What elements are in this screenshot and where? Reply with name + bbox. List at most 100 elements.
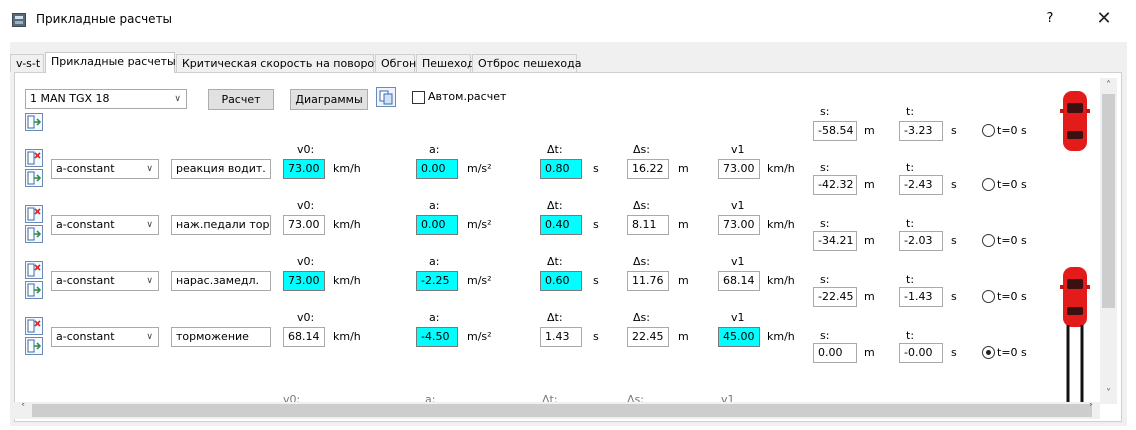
insert-row-icon[interactable] bbox=[25, 281, 43, 299]
v1-label: v1 bbox=[731, 143, 745, 156]
dt-label: Δt: bbox=[547, 143, 563, 156]
calculate-button[interactable]: Расчет bbox=[208, 89, 274, 110]
a-field[interactable]: -4.50 bbox=[416, 327, 458, 347]
dt-field[interactable]: 0.60 bbox=[540, 271, 582, 291]
result-s-field[interactable]: -34.21 bbox=[813, 231, 857, 251]
dt-field[interactable]: 0.40 bbox=[540, 215, 582, 235]
dt-label: Δt: bbox=[547, 311, 563, 324]
unit-s: s bbox=[951, 290, 957, 303]
vehicle-position-diagram bbox=[1060, 91, 1090, 403]
chevron-down-icon: ∨ bbox=[146, 164, 153, 174]
result-s-field[interactable]: -58.54 bbox=[813, 121, 857, 141]
tab-5[interactable]: Отброс пешехода bbox=[472, 54, 582, 72]
mode-select[interactable]: a-constant ∨ bbox=[51, 327, 159, 347]
ds-label: Δs: bbox=[633, 255, 650, 268]
tab-1[interactable]: Прикладные расчеты bbox=[45, 52, 176, 73]
dt-label: Δt: bbox=[547, 255, 563, 268]
insert-row-icon[interactable] bbox=[25, 169, 43, 187]
mode-select[interactable]: a-constant ∨ bbox=[51, 271, 159, 291]
a-field[interactable]: 0.00 bbox=[416, 159, 458, 179]
result-t-field[interactable]: -1.43 bbox=[899, 287, 943, 307]
mode-select[interactable]: a-constant ∨ bbox=[51, 159, 159, 179]
t0-radio[interactable] bbox=[982, 234, 995, 247]
phase-name-field[interactable]: нарас.замедл. bbox=[171, 271, 271, 291]
t0-label: t=0 s bbox=[997, 346, 1027, 359]
result-s-field[interactable]: -22.45 bbox=[813, 287, 857, 307]
t0-label: t=0 s bbox=[997, 234, 1027, 247]
t0-radio[interactable] bbox=[982, 346, 995, 359]
mode-select[interactable]: a-constant ∨ bbox=[51, 215, 159, 235]
result-s-label: s: bbox=[820, 217, 830, 230]
v0-label: v0: bbox=[297, 143, 315, 156]
delete-row-icon[interactable] bbox=[25, 149, 43, 167]
unit-s: s bbox=[951, 346, 957, 359]
close-button[interactable]: ✕ bbox=[1092, 6, 1116, 32]
v1-field[interactable]: 68.14 bbox=[718, 271, 760, 291]
a-field[interactable]: 0.00 bbox=[416, 215, 458, 235]
unit-m: m bbox=[864, 290, 875, 303]
tab-4[interactable]: Пешеход bbox=[416, 54, 475, 72]
copy-icon[interactable] bbox=[376, 87, 396, 107]
phase-name-field[interactable]: торможение bbox=[171, 327, 271, 347]
result-t-field[interactable]: -2.03 bbox=[899, 231, 943, 251]
auto-calc-checkbox[interactable] bbox=[412, 91, 425, 104]
insert-row-icon[interactable] bbox=[25, 113, 43, 131]
unit-s: s bbox=[951, 178, 957, 191]
vertical-scroll-thumb[interactable] bbox=[1102, 94, 1115, 308]
unit-s: s bbox=[593, 162, 599, 175]
help-button[interactable]: ? bbox=[1040, 8, 1060, 30]
result-t-field[interactable]: -0.00 bbox=[899, 343, 943, 363]
insert-row-icon[interactable] bbox=[25, 337, 43, 355]
tab-0[interactable]: v-s-t bbox=[10, 54, 44, 72]
scroll-down-icon[interactable]: ˅ bbox=[1100, 388, 1117, 399]
delete-row-icon[interactable] bbox=[25, 205, 43, 223]
delete-row-icon[interactable] bbox=[25, 317, 43, 335]
scroll-left-icon[interactable]: ˂ bbox=[16, 403, 30, 414]
unit-ms2: m/s² bbox=[467, 330, 492, 343]
v1-field[interactable]: 45.00 bbox=[718, 327, 760, 347]
ds-field[interactable]: 22.45 bbox=[627, 327, 669, 347]
result-t-label: t: bbox=[906, 273, 915, 286]
unit-m: m bbox=[864, 124, 875, 137]
dt-field[interactable]: 1.43 bbox=[540, 327, 582, 347]
title-bar: Прикладные расчеты ? ✕ bbox=[0, 0, 1136, 40]
v0-field[interactable]: 73.00 bbox=[283, 159, 325, 179]
vehicle-select[interactable]: 1 MAN TGX 18 ∨ bbox=[25, 89, 187, 109]
skid-marks bbox=[1066, 325, 1084, 403]
unit-s: s bbox=[593, 274, 599, 287]
a-field[interactable]: -2.25 bbox=[416, 271, 458, 291]
v1-field[interactable]: 73.00 bbox=[718, 215, 760, 235]
ds-field[interactable]: 11.76 bbox=[627, 271, 669, 291]
result-s-field[interactable]: 0.00 bbox=[813, 343, 857, 363]
t0-radio[interactable] bbox=[982, 178, 995, 191]
v0-field[interactable]: 73.00 bbox=[283, 271, 325, 291]
phase-name-field[interactable]: наж.педали торм bbox=[171, 215, 271, 235]
ds-field[interactable]: 16.22 bbox=[627, 159, 669, 179]
t0-radio-header[interactable] bbox=[982, 124, 995, 137]
v0-field[interactable]: 73.00 bbox=[283, 215, 325, 235]
t0-label: t=0 s bbox=[997, 290, 1027, 303]
scroll-up-icon[interactable]: ˄ bbox=[1100, 80, 1117, 91]
dt-label: Δt: bbox=[547, 199, 563, 212]
v0-field[interactable]: 68.14 bbox=[283, 327, 325, 347]
result-t-field[interactable]: -2.43 bbox=[899, 175, 943, 195]
phase-name-field[interactable]: реакция водит. bbox=[171, 159, 271, 179]
v0-label: v0: bbox=[297, 199, 315, 212]
diagrams-button[interactable]: Диаграммы bbox=[290, 89, 368, 110]
t0-radio[interactable] bbox=[982, 290, 995, 303]
tab-3[interactable]: Обгон bbox=[375, 54, 416, 72]
ds-label: Δs: bbox=[633, 199, 650, 212]
insert-row-icon[interactable] bbox=[25, 225, 43, 243]
v1-field[interactable]: 73.00 bbox=[718, 159, 760, 179]
ds-field[interactable]: 8.11 bbox=[627, 215, 669, 235]
result-s-field[interactable]: -42.32 bbox=[813, 175, 857, 195]
v0-label: v0: bbox=[297, 311, 315, 324]
horizontal-scroll-thumb[interactable] bbox=[32, 404, 1092, 417]
scroll-right-icon[interactable]: ˃ bbox=[1084, 403, 1098, 414]
unit-m: m bbox=[678, 274, 689, 287]
tab-2[interactable]: Критическая скорость на повороте bbox=[176, 54, 387, 72]
result-t-field[interactable]: -3.23 bbox=[899, 121, 943, 141]
dt-field[interactable]: 0.80 bbox=[540, 159, 582, 179]
delete-row-icon[interactable] bbox=[25, 261, 43, 279]
unit-s: s bbox=[951, 234, 957, 247]
